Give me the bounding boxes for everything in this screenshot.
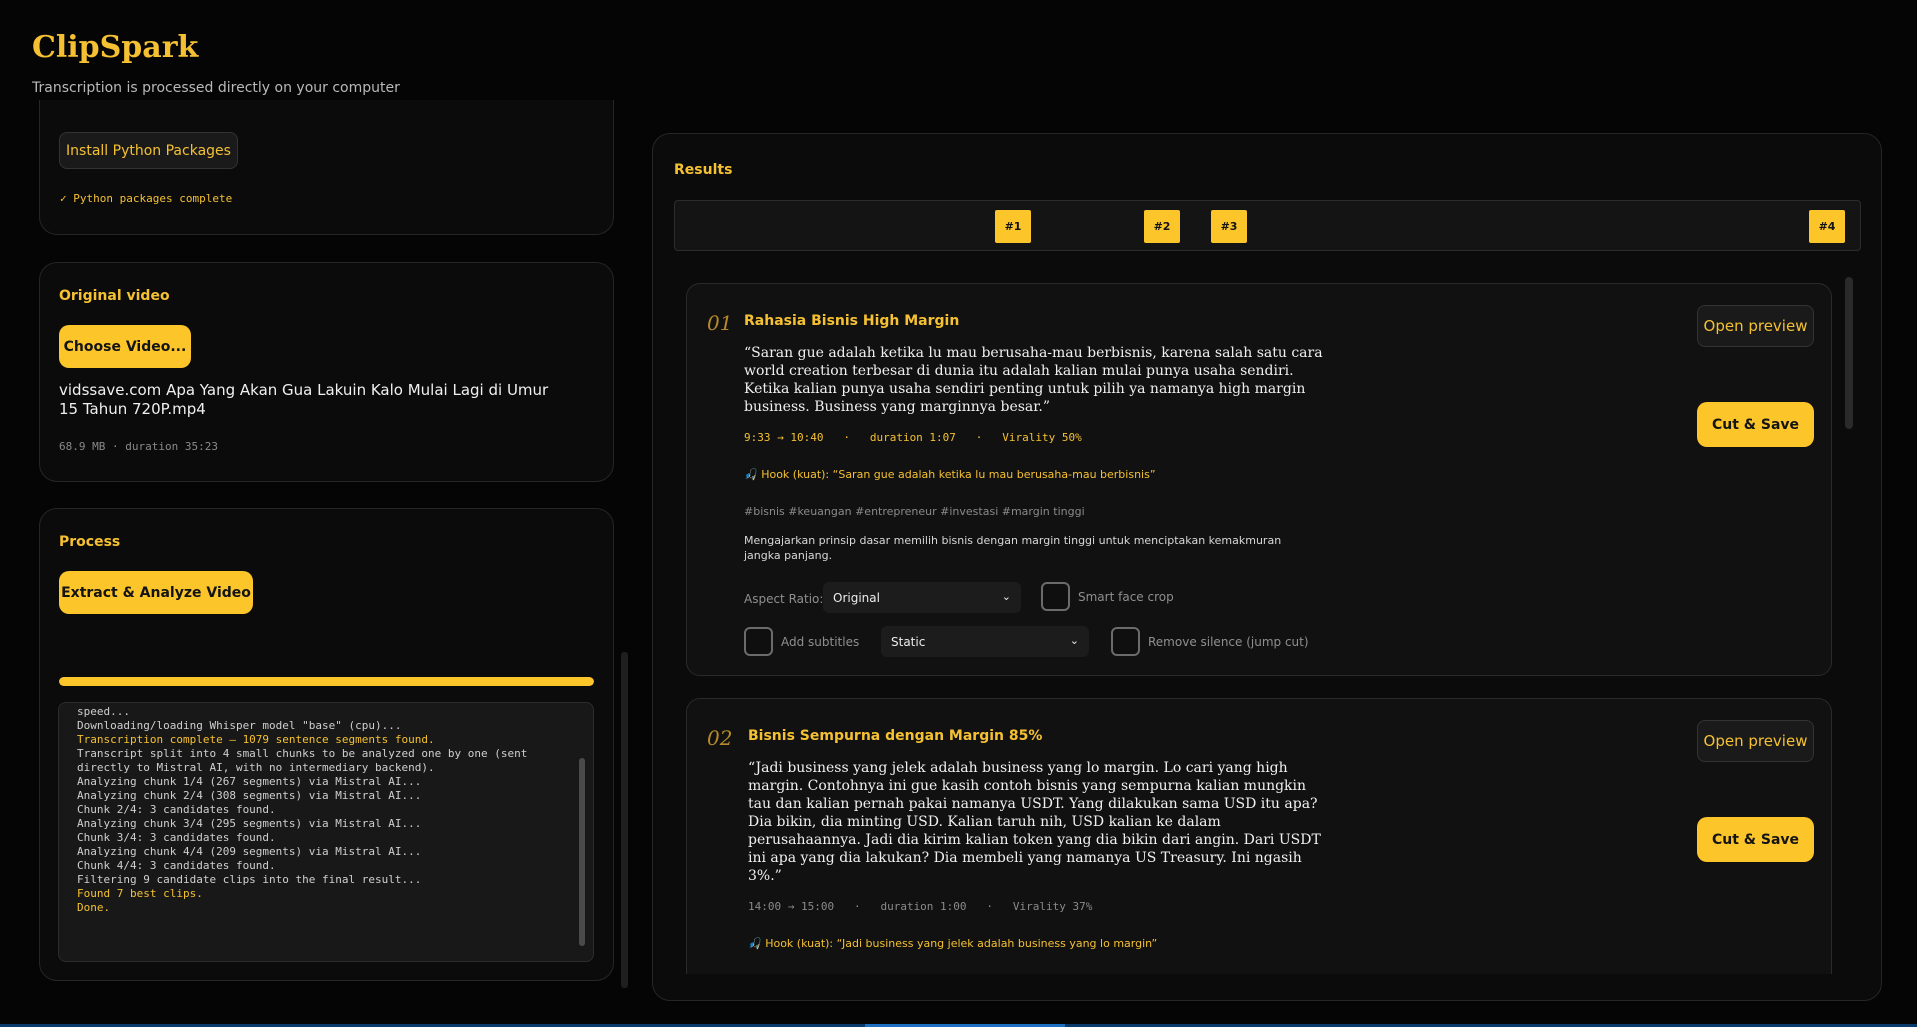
log-line: Analyzing chunk 3/4 (295 segments) via M… bbox=[77, 817, 422, 830]
process-card: Process Extract & Analyze Video speed...… bbox=[39, 508, 614, 981]
aspect-ratio-label: Aspect Ratio: bbox=[744, 592, 824, 606]
log-line: Analyzing chunk 1/4 (267 segments) via M… bbox=[77, 775, 422, 788]
log-line: Chunk 3/4: 3 candidates found. bbox=[77, 831, 276, 844]
process-title: Process bbox=[59, 534, 121, 550]
open-preview-button[interactable]: Open preview bbox=[1697, 720, 1814, 762]
log-line: Transcript split into 4 small chunks to … bbox=[77, 747, 528, 760]
log-line: Done. bbox=[77, 901, 111, 914]
choose-video-button[interactable]: Choose Video... bbox=[59, 325, 191, 368]
clip-hook: 🎣 Hook (kuat): “Saran gue adalah ketika … bbox=[744, 468, 1156, 481]
add-subtitles-label: Add subtitles bbox=[781, 635, 860, 649]
timeline-marker-2[interactable]: #2 bbox=[1144, 210, 1180, 243]
extract-analyze-button[interactable]: Extract & Analyze Video bbox=[59, 571, 253, 614]
results-scrollbar[interactable] bbox=[1845, 277, 1853, 429]
timeline-marker-3[interactable]: #3 bbox=[1211, 210, 1247, 243]
clip-title: Rahasia Bisnis High Margin bbox=[744, 313, 960, 329]
original-video-title: Original video bbox=[59, 288, 170, 304]
log-line: Downloading/loading Whisper model "base"… bbox=[77, 719, 402, 732]
results-title: Results bbox=[674, 162, 733, 178]
original-video-card: Original video Choose Video... vidssave.… bbox=[39, 262, 614, 482]
app-title: ClipSpark bbox=[32, 30, 199, 65]
setup-status: ✓ Python packages complete bbox=[60, 192, 233, 205]
cut-save-button[interactable]: Cut & Save bbox=[1697, 402, 1814, 447]
subtitle-style-select[interactable]: Static ⌄ bbox=[881, 626, 1089, 657]
log-line: Chunk 2/4: 3 candidates found. bbox=[77, 803, 276, 816]
process-log[interactable]: speed... Downloading/loading Whisper mode… bbox=[58, 702, 594, 962]
log-scroll-thumb[interactable] bbox=[579, 758, 585, 946]
timeline-marker-4[interactable]: #4 bbox=[1809, 210, 1845, 243]
subtitle-style-value: Static bbox=[891, 634, 926, 649]
cut-save-button[interactable]: Cut & Save bbox=[1697, 817, 1814, 862]
clip-description: Mengajarkan prinsip dasar memilih bisnis… bbox=[744, 534, 1282, 562]
clip-tags: #bisnis #keuangan #entrepreneur #investa… bbox=[744, 505, 1085, 518]
add-subtitles-checkbox[interactable] bbox=[744, 627, 773, 656]
clip-card: 02 Bisnis Sempurna dengan Margin 85% “Ja… bbox=[686, 698, 1832, 974]
setup-card: Install Python Packages ✓ Python package… bbox=[39, 100, 614, 235]
video-filename: vidssave.com Apa Yang Akan Gua Lakuin Ka… bbox=[59, 381, 549, 418]
app-subtitle: Transcription is processed directly on y… bbox=[32, 80, 400, 96]
log-line: Analyzing chunk 2/4 (308 segments) via M… bbox=[77, 789, 422, 802]
clip-number: 02 bbox=[707, 726, 733, 750]
clip-quote: “Jadi business yang jelek adalah busines… bbox=[748, 760, 1321, 884]
clip-title: Bisnis Sempurna dengan Margin 85% bbox=[748, 728, 1043, 744]
log-line: speed... bbox=[77, 705, 130, 718]
open-preview-button[interactable]: Open preview bbox=[1697, 305, 1814, 347]
chevron-down-icon: ⌄ bbox=[1069, 634, 1079, 647]
clip-hook: 🎣 Hook (kuat): “Jadi business yang jelek… bbox=[748, 937, 1158, 950]
remove-silence-label: Remove silence (jump cut) bbox=[1148, 635, 1309, 649]
smart-face-crop-checkbox[interactable] bbox=[1041, 582, 1070, 611]
chevron-down-icon: ⌄ bbox=[1001, 590, 1011, 603]
clip-meta: 14:00 → 15:00 · duration 1:00 · Virality… bbox=[748, 900, 1093, 913]
log-line: Chunk 4/4: 3 candidates found. bbox=[77, 859, 276, 872]
log-line: directly to Mistral AI, with no intermed… bbox=[77, 761, 435, 774]
clip-timeline[interactable]: #1 #2 #3 #4 bbox=[674, 200, 1861, 251]
log-line: Found 7 best clips. bbox=[77, 887, 203, 900]
log-line: Transcription complete — 1079 sentence s… bbox=[77, 733, 435, 746]
log-scrollbar[interactable] bbox=[579, 758, 585, 946]
clip-meta: 9:33 → 10:40 · duration 1:07 · Virality … bbox=[744, 431, 1082, 444]
video-meta: 68.9 MB · duration 35:23 bbox=[59, 440, 218, 453]
aspect-ratio-select[interactable]: Original ⌄ bbox=[823, 582, 1021, 613]
timeline-marker-1[interactable]: #1 bbox=[995, 210, 1031, 243]
clip-quote: “Saran gue adalah ketika lu mau berusaha… bbox=[744, 345, 1323, 415]
left-panel-scrollbar[interactable] bbox=[621, 652, 628, 988]
log-line: Filtering 9 candidate clips into the fin… bbox=[77, 873, 422, 886]
clip-number: 01 bbox=[707, 311, 733, 335]
log-lines: speed... Downloading/loading Whisper mode… bbox=[77, 705, 577, 915]
install-python-packages-button[interactable]: Install Python Packages bbox=[59, 132, 238, 169]
smart-face-crop-label: Smart face crop bbox=[1078, 590, 1174, 604]
aspect-ratio-value: Original bbox=[833, 590, 880, 605]
progress-fill bbox=[59, 677, 594, 686]
progress-track bbox=[59, 677, 594, 686]
remove-silence-checkbox[interactable] bbox=[1111, 627, 1140, 656]
clip-card: 01 Rahasia Bisnis High Margin “Saran gue… bbox=[686, 283, 1832, 676]
log-line: Analyzing chunk 4/4 (209 segments) via M… bbox=[77, 845, 422, 858]
